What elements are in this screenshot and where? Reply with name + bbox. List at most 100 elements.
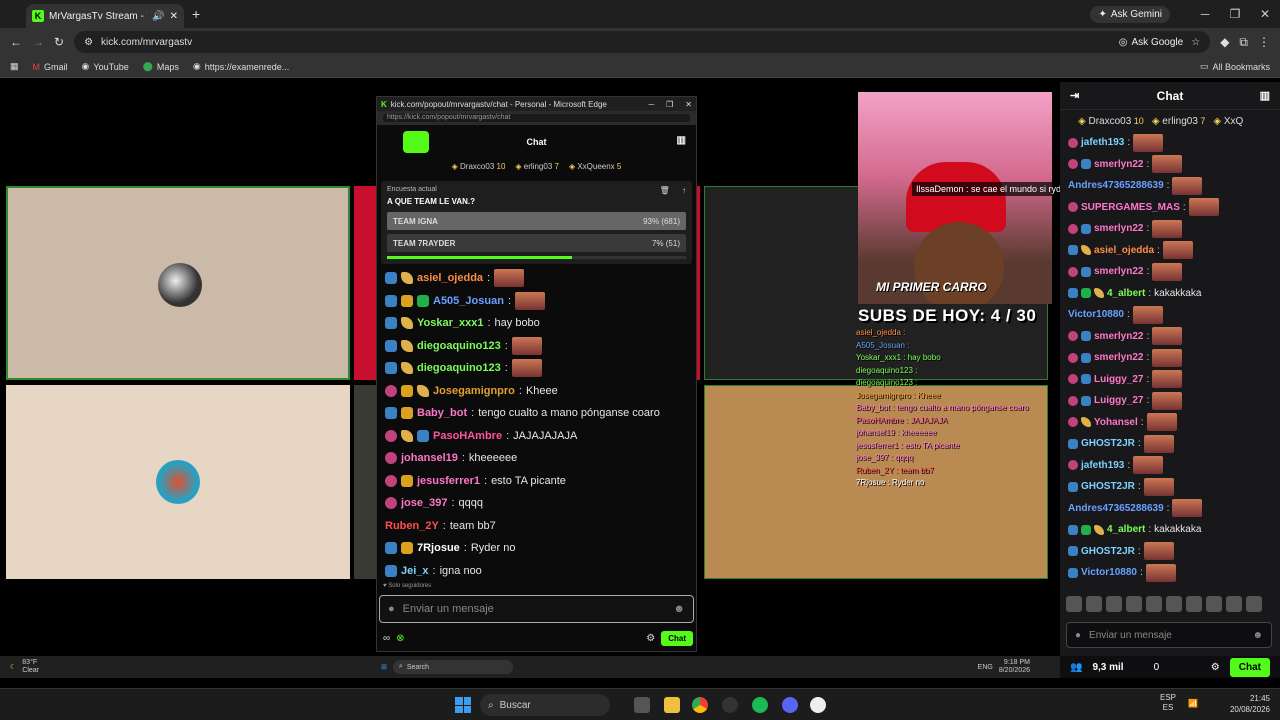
chat-message[interactable]: jafeth193:: [1068, 132, 1280, 154]
chat-message[interactable]: jose_397: qqqq: [385, 492, 690, 515]
top-gifter[interactable]: ◈ XxQ: [1213, 116, 1243, 127]
chat-username[interactable]: Yohansel: [1094, 417, 1138, 428]
chat-message[interactable]: SUPERGAMES_MAS:: [1068, 197, 1280, 219]
chat-username[interactable]: diegoaquino123: [417, 362, 501, 374]
forward-icon[interactable]: →: [32, 35, 44, 49]
send-chat-button[interactable]: Chat: [1229, 657, 1270, 677]
chat-message[interactable]: 4_albert: kakakkaka: [1068, 283, 1280, 305]
chat-message[interactable]: Josegamignpro: Kheee: [385, 380, 690, 403]
bookmark-gmail[interactable]: M Gmail: [33, 62, 68, 72]
chat-username[interactable]: smerlyn22: [1094, 331, 1143, 342]
ask-google-button[interactable]: ◎ Ask Google: [1119, 37, 1183, 48]
url-bar[interactable]: ⚙ kick.com/mrvargastv ◎ Ask Google ☆: [74, 31, 1211, 53]
discord-icon[interactable]: [782, 697, 798, 713]
close-window-icon[interactable]: ✕: [1250, 7, 1280, 21]
chat-message[interactable]: asiel_ojedda:: [385, 267, 690, 290]
chat-message[interactable]: A505_Josuan:: [385, 290, 690, 313]
chat-input[interactable]: ● Enviar un mensaje ☻: [379, 595, 694, 623]
reload-icon[interactable]: ↻: [54, 35, 64, 49]
emote-button[interactable]: [1146, 596, 1162, 612]
restore-icon[interactable]: ❐: [666, 100, 673, 109]
new-tab-icon[interactable]: +: [192, 6, 200, 22]
kick-badge-icon[interactable]: ⊗: [396, 633, 404, 644]
emote-button[interactable]: [1166, 596, 1182, 612]
chat-username[interactable]: A505_Josuan: [433, 295, 504, 307]
star-icon[interactable]: ☆: [1191, 37, 1200, 48]
delete-icon[interactable]: 🗑: [660, 186, 670, 195]
chat-username[interactable]: SUPERGAMES_MAS: [1081, 202, 1180, 213]
emote-button[interactable]: [1246, 596, 1262, 612]
chat-message[interactable]: Andres47365288639:: [1068, 175, 1280, 197]
site-info-icon[interactable]: ⚙: [84, 37, 93, 48]
chat-username[interactable]: Andres47365288639: [1068, 503, 1164, 514]
app-icon[interactable]: [810, 697, 826, 713]
chat-username[interactable]: Andres47365288639: [1068, 180, 1164, 191]
emoji-icon[interactable]: ☻: [1252, 630, 1263, 641]
taskbar-search[interactable]: ⌕ Buscar: [480, 694, 610, 716]
chat-message[interactable]: Yoskar_xxx1: hay bobo: [385, 312, 690, 335]
chat-message[interactable]: PasoHAmbre: JAJAJAJAJA: [385, 425, 690, 448]
chat-username[interactable]: jose_397: [401, 497, 447, 509]
top-gifter[interactable]: ◈ Draxco03 10: [1078, 116, 1144, 127]
chat-message[interactable]: GHOST2JR:: [1068, 541, 1280, 563]
chat-username[interactable]: 4_albert: [1107, 524, 1145, 535]
bookmark-examen[interactable]: ◉ https://examenrede...: [193, 61, 289, 72]
top-gifter[interactable]: ◈ erling03 7: [1152, 116, 1206, 127]
settings-icon[interactable]: ⚙: [646, 633, 655, 644]
chat-message[interactable]: 7Rjosue: Ryder no: [385, 537, 690, 560]
chat-message[interactable]: Victor10880:: [1068, 304, 1280, 326]
chat-username[interactable]: Victor10880: [1081, 567, 1137, 578]
start-button[interactable]: [455, 697, 471, 713]
chat-username[interactable]: Baby_bot: [417, 407, 467, 419]
chat-username[interactable]: Ruben_2Y: [385, 520, 439, 532]
chat-message[interactable]: smerlyn22:: [1068, 261, 1280, 283]
chat-username[interactable]: smerlyn22: [1094, 223, 1143, 234]
file-explorer-icon[interactable]: [664, 697, 680, 713]
collapse-chat-icon[interactable]: ⇥: [1070, 89, 1079, 102]
chat-message[interactable]: smerlyn22:: [1068, 347, 1280, 369]
chat-message[interactable]: Luiggy_27:: [1068, 369, 1280, 391]
collapse-icon[interactable]: ↑: [682, 186, 686, 195]
kick-logo-button[interactable]: [403, 131, 429, 153]
emote-button[interactable]: [1226, 596, 1242, 612]
infinity-icon[interactable]: ∞: [383, 633, 390, 644]
chat-username[interactable]: GHOST2JR: [1081, 438, 1135, 449]
chat-username[interactable]: Josegamignpro: [433, 385, 515, 397]
bookmark-maps[interactable]: ⬤ Maps: [143, 61, 179, 72]
chat-username[interactable]: Luiggy_27: [1094, 374, 1143, 385]
settings-icon[interactable]: ⚙: [1211, 662, 1220, 673]
emote-button[interactable]: [1186, 596, 1202, 612]
chat-message[interactable]: Yohansel:: [1068, 412, 1280, 434]
chat-username[interactable]: 7Rjosue: [417, 542, 460, 554]
system-clock[interactable]: 21:45 20/08/2026: [1226, 693, 1270, 715]
top-gifter[interactable]: ◈ Draxco03 10: [452, 162, 506, 171]
emoji-icon[interactable]: ☻: [673, 603, 685, 615]
chat-message[interactable]: jafeth193:: [1068, 455, 1280, 477]
chat-username[interactable]: Yoskar_xxx1: [417, 317, 483, 329]
chat-message[interactable]: Ruben_2Y: team bb7: [385, 515, 690, 538]
app-icon[interactable]: [722, 697, 738, 713]
chat-username[interactable]: smerlyn22: [1094, 352, 1143, 363]
chat-message[interactable]: smerlyn22:: [1068, 154, 1280, 176]
chat-message[interactable]: diegoaquino123:: [385, 357, 690, 380]
all-bookmarks-button[interactable]: ▭ All Bookmarks: [1200, 61, 1270, 72]
chat-username[interactable]: smerlyn22: [1094, 159, 1143, 170]
chat-username[interactable]: GHOST2JR: [1081, 546, 1135, 557]
chat-message[interactable]: Victor10880:: [1068, 562, 1280, 584]
chat-message[interactable]: Jei_x: igna noo: [385, 560, 690, 583]
close-tab-icon[interactable]: ✕: [170, 11, 178, 22]
emote-button[interactable]: [1086, 596, 1102, 612]
chat-message[interactable]: Andres47365288639:: [1068, 498, 1280, 520]
lang-indicator[interactable]: ESP ES: [1160, 693, 1176, 713]
chat-message[interactable]: smerlyn22:: [1068, 218, 1280, 240]
top-gifter[interactable]: ◈ erling03 7: [515, 162, 559, 171]
minimize-icon[interactable]: ─: [648, 100, 654, 109]
chat-username[interactable]: jafeth193: [1081, 460, 1124, 471]
send-chat-button[interactable]: Chat: [661, 631, 693, 646]
wifi-icon[interactable]: 📶: [1188, 699, 1198, 708]
top-gifter[interactable]: ◈ XxQueenx 5: [569, 162, 621, 171]
ask-gemini-button[interactable]: ✦ Ask Gemini: [1090, 5, 1170, 23]
chat-message[interactable]: jesusferrer1: esto TA picante: [385, 470, 690, 493]
chat-message[interactable]: 4_albert: kakakkaka: [1068, 519, 1280, 541]
chat-username[interactable]: asiel_ojedda: [417, 272, 483, 284]
